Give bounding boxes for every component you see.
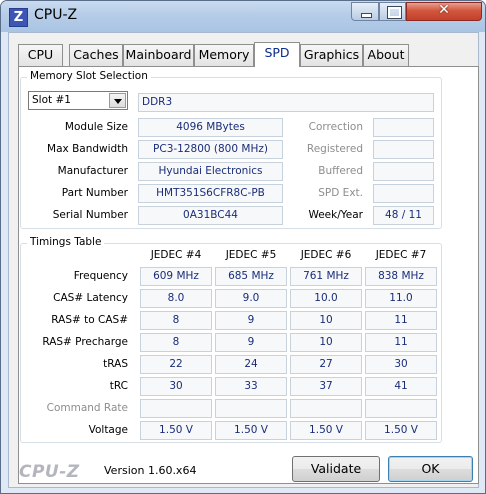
timing-cell: 8 [140, 311, 212, 330]
timing-cell: 8 [140, 333, 212, 352]
timing-cell: 37 [290, 377, 362, 396]
timing-cell: 9 [215, 311, 287, 330]
slot-select-value: Slot #1 [32, 94, 71, 106]
timing-row-label: tRC [109, 380, 128, 392]
part-number-label: Part Number [61, 187, 128, 199]
timing-cell: 9 [215, 333, 287, 352]
app-icon: Z [9, 8, 28, 27]
timing-cell: 11 [365, 333, 437, 352]
module-size-label: Module Size [64, 121, 128, 133]
week-year-label: Week/Year [308, 209, 363, 221]
timing-cell: 609 MHz [140, 267, 212, 286]
validate-button[interactable]: Validate [292, 456, 380, 482]
buffered-label: Buffered [318, 165, 363, 177]
timing-cell: 11.0 [365, 289, 437, 308]
tab-caches[interactable]: Caches [69, 44, 123, 66]
timing-cell [140, 399, 212, 418]
timing-cell: 10.0 [290, 289, 362, 308]
timing-cell [215, 399, 287, 418]
minimize-button[interactable] [351, 2, 379, 21]
serial-number-value: 0A31BC44 [138, 206, 283, 225]
tab-about[interactable]: About [363, 44, 409, 66]
close-button[interactable]: ✕ [406, 2, 482, 21]
week-year-value: 48 / 11 [373, 206, 434, 225]
max-bandwidth-value: PC3-12800 (800 MHz) [138, 140, 283, 159]
timing-cell: 11 [365, 311, 437, 330]
memory-type-field: DDR3 [138, 93, 434, 112]
tab-cpu[interactable]: CPU [18, 44, 63, 66]
timing-cell [365, 399, 437, 418]
timing-cell: 10 [290, 311, 362, 330]
timing-cell: 685 MHz [215, 267, 287, 286]
slot-select[interactable]: Slot #1 [28, 91, 128, 110]
timing-cell: 1.50 V [215, 421, 287, 440]
tab-spd[interactable]: SPD [254, 42, 300, 67]
timing-cell: 8.0 [140, 289, 212, 308]
timing-cell: 1.50 V [365, 421, 437, 440]
registered-value [373, 140, 434, 159]
col-head-jedec-5: JEDEC #5 [225, 249, 277, 261]
spd-ext-label: SPD Ext. [318, 187, 363, 199]
timing-row-label: CAS# Latency [53, 292, 128, 304]
col-head-jedec-4: JEDEC #4 [150, 249, 202, 261]
cpu-z-window: Z CPU-Z ✕ CPU Caches Mainboard Memory SP… [0, 0, 486, 494]
tab-memory[interactable]: Memory [194, 44, 254, 66]
max-bandwidth-label: Max Bandwidth [47, 143, 128, 155]
manufacturer-value: Hyundai Electronics [138, 162, 283, 181]
timing-cell: 41 [365, 377, 437, 396]
close-icon: ✕ [438, 2, 450, 18]
timing-cell: 9.0 [215, 289, 287, 308]
timings-group-title: Timings Table [27, 236, 105, 248]
module-size-value: 4096 MBytes [138, 118, 283, 137]
chevron-down-icon[interactable] [109, 93, 126, 108]
timing-row-label: Voltage [88, 424, 128, 436]
timing-row-label: RAS# Precharge [42, 336, 128, 348]
correction-value [373, 118, 434, 137]
timing-cell: 761 MHz [290, 267, 362, 286]
timing-cell: 1.50 V [290, 421, 362, 440]
timing-cell: 838 MHz [365, 267, 437, 286]
correction-label: Correction [308, 121, 363, 133]
maximize-icon [387, 6, 402, 19]
window-title: CPU-Z [34, 7, 78, 23]
registered-label: Registered [306, 143, 363, 155]
timing-cell: 27 [290, 355, 362, 374]
ok-button[interactable]: OK [388, 456, 473, 482]
col-head-jedec-7: JEDEC #7 [375, 249, 427, 261]
timing-cell: 33 [215, 377, 287, 396]
timing-row-label: Frequency [73, 270, 128, 282]
timing-row-label: RAS# to CAS# [51, 314, 128, 326]
tab-mainboard[interactable]: Mainboard [123, 44, 194, 66]
part-number-value: HMT351S6CFR8C-PB [138, 184, 283, 203]
timing-cell: 10 [290, 333, 362, 352]
maximize-button[interactable] [379, 2, 406, 21]
timing-cell: 24 [215, 355, 287, 374]
tab-graphics[interactable]: Graphics [300, 44, 363, 66]
spd-ext-value [373, 184, 434, 203]
version-text: Version 1.60.x64 [104, 464, 197, 477]
timing-cell: 30 [365, 355, 437, 374]
title-bar[interactable]: Z CPU-Z ✕ [1, 1, 485, 32]
cpu-z-logo: CPU-Z [19, 462, 80, 482]
timing-cell: 30 [140, 377, 212, 396]
col-head-jedec-6: JEDEC #6 [300, 249, 352, 261]
memory-slot-group-title: Memory Slot Selection [27, 70, 151, 82]
timing-row-label: Command Rate [46, 402, 128, 414]
minimize-icon [361, 13, 372, 18]
timing-cell: 1.50 V [140, 421, 212, 440]
serial-number-label: Serial Number [52, 209, 128, 221]
timing-cell [290, 399, 362, 418]
timing-cell: 22 [140, 355, 212, 374]
buffered-value [373, 162, 434, 181]
timing-row-label: tRAS [103, 358, 128, 370]
manufacturer-label: Manufacturer [57, 165, 128, 177]
